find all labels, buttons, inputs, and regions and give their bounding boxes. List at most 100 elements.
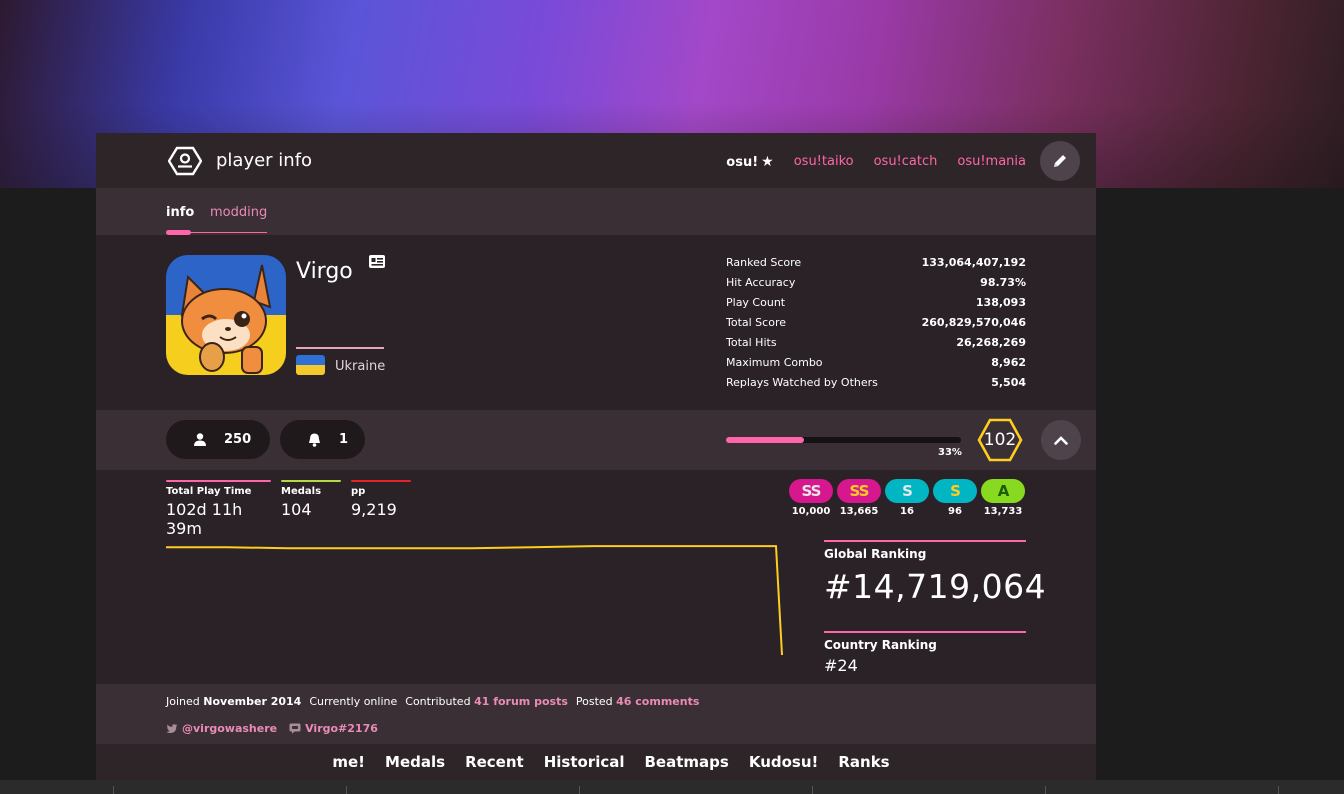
medals-bar [281, 480, 341, 482]
collapse-button[interactable] [1041, 420, 1081, 460]
active-tab-indicator [166, 230, 191, 235]
rank-history-line [166, 545, 783, 656]
global-ranking: Global Ranking #14,719,064 [824, 540, 1047, 606]
nav-historical[interactable]: Historical [544, 753, 625, 771]
grade-badge: S [885, 479, 929, 503]
profile-card-icon[interactable] [369, 255, 385, 269]
level-progress-label: 33% [938, 447, 962, 458]
grade-a: A 13,733 [981, 479, 1025, 517]
forum-posts-link[interactable]: 41 forum posts [474, 695, 568, 708]
grade-badge: SS [789, 479, 833, 503]
online-status: Currently online [309, 695, 398, 708]
rank-history-chart [166, 545, 783, 656]
level-value: 102 [983, 430, 1017, 450]
discord-handle: Virgo#2176 [305, 722, 378, 735]
mode-taiko[interactable]: osu!taiko [794, 154, 854, 170]
followers-count: 250 [224, 432, 252, 447]
stats-table: Ranked Score 133,064,407,192 Hit Accuracy… [726, 256, 1026, 396]
stat-row: Total Hits 26,268,269 [726, 336, 1026, 349]
bell-icon [308, 433, 321, 447]
play-time-value: 102d 11h 39m [166, 500, 243, 538]
country-ranking: Country Ranking #24 [824, 631, 1026, 675]
nav-medals[interactable]: Medals [385, 753, 445, 771]
play-time-bar [166, 480, 271, 482]
stat-row: Total Score 260,829,570,046 [726, 316, 1026, 329]
twitter-handle: @virgowashere [182, 722, 278, 735]
subscribers-count: 1 [339, 432, 349, 447]
global-ranking-value: #14,719,064 [824, 567, 1047, 606]
pp-label: pp [351, 486, 366, 497]
profile-tabs: info modding [96, 188, 1096, 235]
level-progress-fill [726, 437, 804, 443]
grade-s: S 96 [933, 479, 977, 517]
posted-prefix: Posted [575, 695, 613, 708]
nav-recent[interactable]: Recent [465, 753, 524, 771]
grade-count: 13,665 [839, 506, 879, 517]
profile-section-nav: me! Medals Recent Historical Beatmaps Ku… [96, 744, 1096, 780]
profile-panel: player info osu! ★ osu!taiko osu!catch os… [96, 133, 1096, 780]
global-ranking-divider [824, 540, 1026, 542]
mode-catch[interactable]: osu!catch [874, 154, 938, 170]
tab-info[interactable]: info [166, 205, 194, 220]
tab-modding[interactable]: modding [210, 205, 267, 220]
medals-value: 104 [281, 500, 312, 519]
username-divider [296, 347, 384, 349]
level-progress-bar [726, 437, 961, 443]
discord-link[interactable]: Virgo#2176 [289, 722, 378, 735]
twitter-icon [166, 723, 178, 733]
profile-header: player info osu! ★ osu!taiko osu!catch os… [96, 133, 1096, 188]
pencil-icon [1054, 155, 1066, 167]
social-links: @virgowashere Virgo#2176 [166, 722, 378, 735]
joined-date: November 2014 [203, 695, 302, 708]
edit-profile-button[interactable] [1040, 141, 1080, 181]
medals-label: Medals [281, 486, 322, 497]
pp-bar [351, 480, 411, 482]
grade-ss: SS 13,665 [837, 479, 881, 517]
pp-value: 9,219 [351, 500, 397, 519]
contributed-prefix: Contributed [405, 695, 471, 708]
play-time-stat: Total Play Time 102d 11h 39m [166, 480, 271, 538]
grade-badge: A [981, 479, 1025, 503]
grade-count: 13,733 [983, 506, 1023, 517]
followers-button[interactable]: 250 [166, 420, 270, 459]
profile-details: Joined November 2014 Currently online Cont… [96, 684, 1096, 744]
nav-beatmaps[interactable]: Beatmaps [645, 753, 729, 771]
mode-selector: osu! ★ osu!taiko osu!catch osu!mania [726, 154, 1026, 170]
country-ranking-value: #24 [824, 656, 858, 675]
mode-mania[interactable]: osu!mania [957, 154, 1026, 170]
stat-row: Ranked Score 133,064,407,192 [726, 256, 1026, 269]
stat-row: Maximum Combo 8,962 [726, 356, 1026, 369]
country-ranking-label: Country Ranking [824, 638, 937, 652]
grade-count: 16 [900, 506, 914, 517]
joined-prefix: Joined [166, 695, 200, 708]
page-title: player info [216, 150, 313, 171]
play-time-label: Total Play Time [166, 486, 252, 497]
ukraine-flag-icon[interactable] [296, 355, 325, 375]
grade-count: 96 [948, 506, 962, 517]
subscribe-button[interactable]: 1 [280, 420, 365, 459]
pp-stat: pp 9,219 [351, 480, 411, 519]
nav-me[interactable]: me! [332, 753, 365, 771]
stat-row: Play Count 138,093 [726, 296, 1026, 309]
player-info-icon [168, 146, 202, 176]
medals-stat: Medals 104 [281, 480, 341, 519]
twitter-link[interactable]: @virgowashere [166, 722, 277, 735]
comments-link[interactable]: 46 comments [616, 695, 699, 708]
grade-counts: SS 10,000 SS 13,665 S 16 S 96 A 13,733 [789, 479, 1025, 517]
stat-row: Replays Watched by Others 5,504 [726, 376, 1026, 389]
chevron-up-icon [1054, 435, 1068, 445]
username: Virgo [296, 259, 353, 284]
grade-count: 10,000 [791, 506, 831, 517]
country-name[interactable]: Ukraine [335, 359, 385, 374]
profile-details-line: Joined November 2014 Currently online Cont… [166, 695, 699, 708]
user-icon [194, 433, 206, 446]
grade-badge: S [933, 479, 977, 503]
grade-sh: S 16 [885, 479, 929, 517]
default-mode-star-icon: ★ [761, 154, 774, 170]
grade-badge: SS [837, 479, 881, 503]
global-ranking-label: Global Ranking [824, 547, 927, 561]
mode-osu[interactable]: osu! ★ [726, 154, 773, 170]
country-ranking-divider [824, 631, 1026, 633]
nav-kudosu[interactable]: Kudosu! [749, 753, 819, 771]
nav-ranks[interactable]: Ranks [838, 753, 889, 771]
